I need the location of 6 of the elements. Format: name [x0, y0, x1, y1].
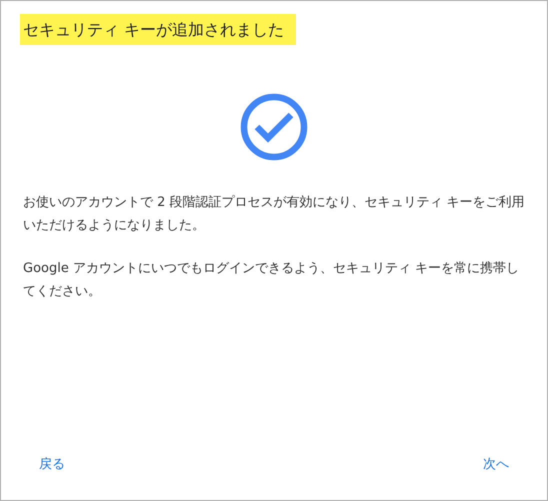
body-text: お使いのアカウントで 2 段階認証プロセスが有効になり、セキュリティ キーをご利用いただけるようになりました。 [23, 194, 525, 235]
body-text: Google アカウントにいつでもログインできるよう、セキュリティ キーを常に携帯してください。 [23, 260, 520, 301]
back-button[interactable]: 戻る [29, 450, 75, 478]
check-circle-icon [240, 93, 308, 161]
next-button[interactable]: 次へ [473, 450, 519, 478]
dialog-title: セキュリティ キーが追加されました [20, 14, 296, 45]
